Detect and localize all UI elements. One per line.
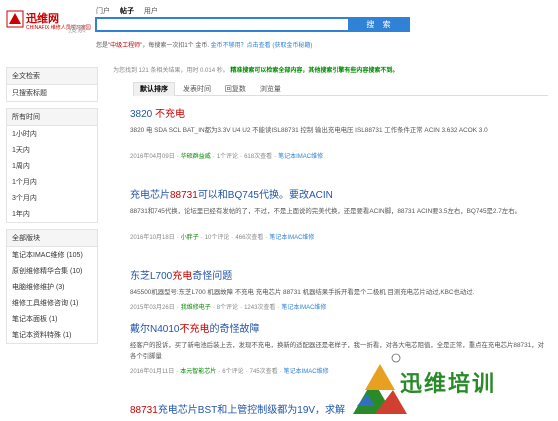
result-meta: 2016年04月09日 - 华硕群益威 -1个评论 -618次查看 - 笔记本IMAC维修 — [130, 154, 324, 160]
result-item: 充电芯片88731可以和BQ745代换。要改ACIN 88731和745代换，论… — [130, 186, 548, 267]
result-views: 1243次查看 — [244, 305, 276, 311]
result-views: 466次查看 — [235, 235, 264, 241]
filter-forum-item[interactable]: 笔记本面板 (1) — [7, 311, 97, 327]
result-title[interactable]: 充电芯片88731可以和BQ745代换。要改ACIN — [130, 186, 548, 201]
result-replies: 6个评论 — [222, 369, 244, 375]
precision-notice: 精准搜索可以检索全部内容，其他搜索引擎有些内容搜索不到。 — [230, 68, 399, 74]
result-snippet: 845500机器型号:东芝L700 机器故障 不充电 充电芯片 88731 机器… — [130, 289, 475, 296]
filter-forum-item[interactable]: 原创维修精华合集 (10) — [7, 263, 97, 279]
result-views: 618次查看 — [244, 154, 273, 160]
result-date: 2015年03月26日 — [130, 305, 175, 311]
filter-forum-item[interactable]: 笔记本IMAC维修 (105) — [7, 247, 97, 263]
result-forum[interactable]: 笔记本IMAC维修 — [284, 369, 329, 375]
filter-all-forums[interactable]: 全部版块 — [7, 230, 97, 247]
result-stats: 为您找到 121 条相关结果，用时 0.014 秒。 精准搜索可以检索全部内容，… — [113, 65, 398, 74]
tab-posts[interactable]: 帖子 — [120, 8, 134, 15]
result-date: 2016年04月09日 — [130, 154, 175, 160]
filter-forum-item[interactable]: 电脑维修维护 (3) — [7, 279, 97, 295]
logo-search-label: 搜索 — [68, 24, 87, 34]
result-date: 2016年10月18日 — [130, 235, 175, 241]
filter-all-time[interactable]: 所有时间 — [7, 109, 97, 126]
logo-mark-icon — [6, 10, 24, 28]
result-date: 2016年01月11日 — [130, 369, 175, 375]
time-group: 所有时间 1小时内 1天内 1周内 1个月内 3个月内 1年内 — [6, 108, 98, 223]
filter-fulltext[interactable]: 全文检索 — [7, 68, 97, 85]
filter-forum-item[interactable]: 笔记本资料特殊 (1) — [7, 327, 97, 343]
result-author[interactable]: 小胖子 — [181, 235, 199, 241]
result-author[interactable]: 本元智能芯片 — [180, 369, 216, 375]
result-author[interactable]: 我维修电子 — [181, 305, 211, 311]
filter-time-1h[interactable]: 1小时内 — [7, 126, 97, 142]
search-info: 您是"中级工程师"，每搜索一次扣1个 金币. 金币不够用？点击查看 (获取金币秘… — [96, 43, 313, 49]
result-author[interactable]: 华硕群益威 — [181, 154, 211, 160]
info-cost: ，每搜索一次扣1个 金币. — [142, 43, 209, 49]
user-rank: 中级工程师 — [110, 43, 141, 49]
filter-title-only[interactable]: 只搜索标题 — [7, 85, 97, 101]
sort-tabs: 默认排序 发表时间 回复数 浏览量 — [133, 82, 548, 96]
result-replies: 10个评论 — [204, 235, 230, 241]
filter-time-1w[interactable]: 1周内 — [7, 158, 97, 174]
filter-time-3m[interactable]: 3个月内 — [7, 190, 97, 206]
tab-portal[interactable]: 门户 — [96, 8, 110, 15]
result-meta: 2016年10月18日 - 小胖子 -10个评论 -466次查看 - 笔记本IMAC维修 — [130, 235, 315, 241]
result-snippet: 88731和745代换，论坛里已经有发帖的了，不过，不是上面说的完美代换，还是要… — [130, 208, 521, 215]
result-forum[interactable]: 笔记本IMAC维修 — [281, 305, 326, 311]
info-text: 您是 — [96, 43, 109, 49]
result-item: 东芝L700充电奇怪问题 845500机器型号:东芝L700 机器故障 不充电 … — [130, 267, 548, 320]
result-title[interactable]: 戴尔N4010不充电的奇怪故障 — [130, 320, 548, 335]
filter-time-1y[interactable]: 1年内 — [7, 206, 97, 222]
tab-default-sort[interactable]: 默认排序 — [133, 82, 175, 96]
tab-post-time[interactable]: 发表时间 — [177, 83, 217, 96]
tab-replies[interactable]: 回复数 — [219, 83, 252, 96]
result-title[interactable]: 东芝L700充电奇怪问题 — [130, 267, 548, 282]
result-forum[interactable]: 笔记本IMAC维修 — [269, 235, 314, 241]
result-forum[interactable]: 笔记本IMAC维修 — [278, 154, 323, 160]
result-replies: 8个评论 — [216, 305, 239, 311]
fulltext-group: 全文检索 只搜索标题 — [6, 67, 98, 102]
forum-group: 全部版块 笔记本IMAC维修 (105) 原创维修精华合集 (10) 电脑维修维… — [6, 229, 98, 344]
result-replies: 1个评论 — [216, 154, 239, 160]
site-logo[interactable]: 迅维网 CHINAFIX 维修人员学习家园 搜索 — [6, 8, 91, 38]
filter-time-1m[interactable]: 1个月内 — [7, 174, 97, 190]
result-item: 3820 不充电 3820 电 SDA SCL BAT_IN都为3.3V U4 … — [130, 105, 548, 186]
filter-forum-item[interactable]: 维修工具维修咨询 (1) — [7, 295, 97, 311]
result-views: 745次查看 — [249, 369, 278, 375]
search-button[interactable]: 搜 索 — [350, 17, 410, 32]
coin-tips-link[interactable]: (获取金币秘籍) — [272, 43, 312, 49]
filter-time-1d[interactable]: 1天内 — [7, 142, 97, 158]
tab-views[interactable]: 浏览量 — [254, 83, 287, 96]
result-count: 为您找到 121 条相关结果，用时 0.014 秒。 — [113, 68, 229, 74]
tab-users[interactable]: 用户 — [144, 8, 158, 15]
result-meta: 2015年03月26日 - 我维修电子 -8个评论 -1243次查看 - 笔记本IMAC维修 — [130, 305, 327, 311]
result-snippet: 3820 电 SDA SCL BAT_IN都为3.3V U4 U2 不能读ISL… — [130, 127, 488, 134]
watermark-text: 迅维培训 — [400, 371, 497, 396]
coin-help-link[interactable]: 金币不够用？点击查看 — [211, 43, 271, 49]
filter-sidebar: 全文检索 只搜索标题 所有时间 1小时内 1天内 1周内 1个月内 3个月内 1… — [6, 67, 98, 350]
search-type-tabs: 门户 帖子 用户 — [96, 6, 166, 16]
search-input[interactable] — [95, 17, 350, 32]
result-title[interactable]: 3820 不充电 — [130, 105, 548, 120]
